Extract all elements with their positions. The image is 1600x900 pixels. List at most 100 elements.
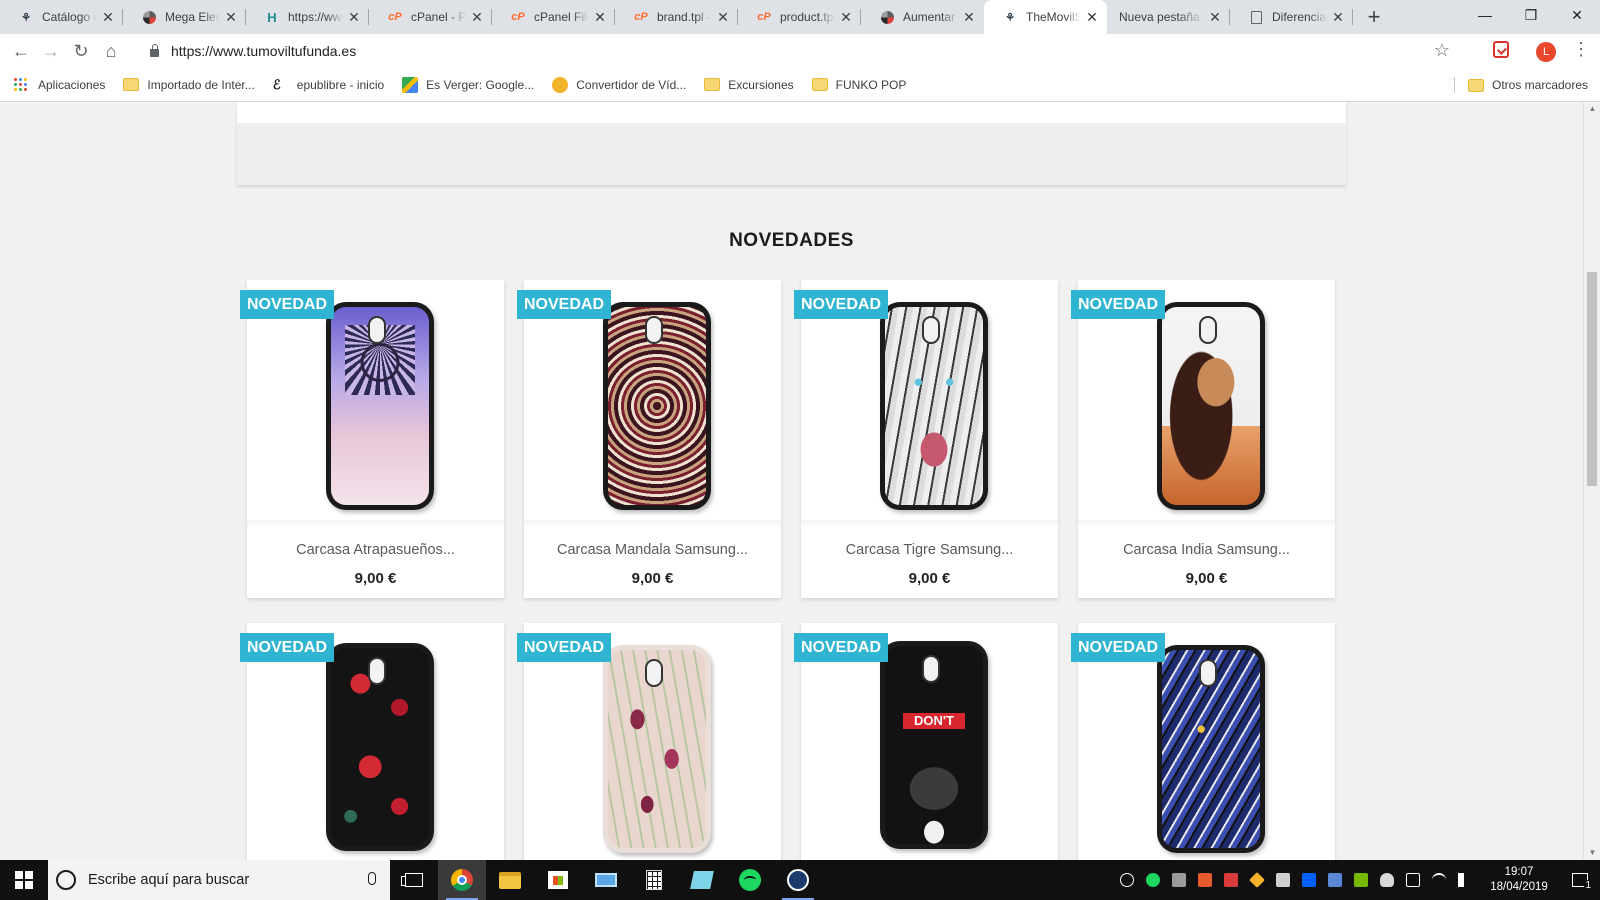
- product-card[interactable]: NOVEDAD: [1071, 623, 1335, 860]
- minimize-button[interactable]: —: [1462, 0, 1508, 30]
- bookmark-folder[interactable]: FUNKO POP: [811, 78, 906, 92]
- scroll-down-icon[interactable]: ▼: [1584, 846, 1600, 860]
- bookmark-folder[interactable]: Importado de Inter...: [123, 78, 255, 92]
- tab-close-icon[interactable]: ✕: [1331, 9, 1345, 26]
- bookmark-folder[interactable]: Excursiones: [704, 78, 794, 92]
- bookmark-item[interactable]: ℰ epublibre - inicio: [273, 77, 384, 93]
- file-explorer-icon: [499, 871, 521, 889]
- tab-close-icon[interactable]: ✕: [1085, 9, 1099, 26]
- nvidia-icon[interactable]: [1354, 873, 1368, 887]
- home-button[interactable]: ⌂: [96, 36, 126, 66]
- bookmark-apps[interactable]: Aplicaciones: [14, 78, 105, 92]
- product-card[interactable]: DON'T NOVEDAD: [794, 623, 1058, 860]
- laptop-icon: [595, 873, 617, 887]
- taskbar-chrome[interactable]: [438, 860, 486, 900]
- camera-cutout: [645, 659, 663, 687]
- microphone-icon[interactable]: [368, 872, 376, 885]
- spotify-tray-icon[interactable]: [1146, 873, 1160, 887]
- browser-tab[interactable]: cP cPanel File Manager ✕: [492, 0, 615, 34]
- new-badge: NOVEDAD: [794, 633, 889, 662]
- browser-tab-active[interactable]: ⚘ TheMovilShop ✕: [984, 0, 1107, 34]
- network-drive-icon[interactable]: [1328, 873, 1342, 887]
- back-button[interactable]: ←: [6, 36, 36, 66]
- cpanel-icon: cP: [388, 11, 402, 23]
- browser-tab[interactable]: cP product.tpl ✕: [738, 0, 861, 34]
- browser-menu-icon[interactable]: ⋮: [1572, 40, 1590, 58]
- tab-close-icon[interactable]: ✕: [839, 9, 853, 26]
- tab-close-icon[interactable]: ✕: [962, 9, 976, 26]
- taskbar-steam[interactable]: [774, 860, 822, 900]
- profile-avatar[interactable]: L: [1536, 42, 1556, 62]
- bookmark-label: Es Verger: Google...: [426, 77, 535, 92]
- browser-tab[interactable]: Aumentar la ✕: [861, 0, 984, 34]
- product-card[interactable]: NOVEDAD Carcasa Tigre Samsung... 9,00 €: [794, 280, 1058, 598]
- action-center-button[interactable]: 1: [1560, 860, 1600, 900]
- product-card[interactable]: NOVEDAD Carcasa Mandala Samsung... 9,00 …: [517, 280, 781, 598]
- new-tab-button[interactable]: +: [1359, 0, 1389, 34]
- tab-close-icon[interactable]: ✕: [716, 9, 730, 26]
- product-card[interactable]: NOVEDAD: [517, 623, 781, 860]
- browser-tab[interactable]: Nueva pestaña ✕: [1107, 0, 1230, 34]
- shield-tray-icon[interactable]: [1224, 873, 1238, 887]
- extension-pocket-icon[interactable]: [1493, 41, 1509, 58]
- taskbar-laptop-app[interactable]: [582, 860, 630, 900]
- taskbar-store[interactable]: [534, 860, 582, 900]
- close-window-button[interactable]: ✕: [1554, 0, 1600, 30]
- product-card[interactable]: NOVEDAD Carcasa Atrapasueños... 9,00 €: [240, 280, 504, 598]
- folder-icon: [811, 78, 828, 91]
- tab-close-icon[interactable]: ✕: [1208, 9, 1222, 26]
- product-card[interactable]: NOVEDAD: [240, 623, 504, 860]
- warning-tray-icon[interactable]: [1249, 872, 1265, 888]
- browser-tab[interactable]: Mega Electrónica ✕: [123, 0, 246, 34]
- product-name[interactable]: Carcasa Atrapasueños...: [247, 542, 504, 558]
- tab-close-icon[interactable]: ✕: [224, 9, 238, 26]
- device-tray-icon[interactable]: [1276, 873, 1290, 887]
- taskbar-notes[interactable]: [678, 860, 726, 900]
- taskbar-search[interactable]: Escribe aquí para buscar: [48, 860, 390, 900]
- prestashop-icon: ⚘: [21, 11, 31, 24]
- bookmark-star-icon[interactable]: ☆: [1434, 40, 1450, 61]
- restore-button[interactable]: ❐: [1508, 0, 1554, 30]
- taskbar-calculator[interactable]: [630, 860, 678, 900]
- tab-close-icon[interactable]: ✕: [347, 9, 361, 26]
- onedrive-icon[interactable]: [1380, 873, 1394, 887]
- task-view-button[interactable]: [390, 860, 438, 900]
- new-badge: NOVEDAD: [794, 290, 889, 319]
- keyboard-tray-icon[interactable]: [1172, 873, 1186, 887]
- tab-title: Nueva pestaña: [1119, 10, 1200, 24]
- new-badge: NOVEDAD: [240, 633, 335, 662]
- camera-cutout: [368, 316, 386, 344]
- tab-close-icon[interactable]: ✕: [470, 9, 484, 26]
- display-tray-icon[interactable]: [1406, 873, 1420, 887]
- scroll-thumb[interactable]: [1587, 272, 1597, 486]
- volume-icon[interactable]: [1458, 873, 1472, 887]
- browser-tab[interactable]: ⚘ Catálogo de productos ✕: [0, 0, 123, 34]
- taskbar-clock[interactable]: 19:07 18/04/2019: [1478, 865, 1560, 895]
- browser-tab[interactable]: cP brand.tpl - ✕: [615, 0, 738, 34]
- tab-title: cPanel File Manager: [534, 10, 589, 24]
- wifi-icon[interactable]: [1432, 873, 1446, 887]
- people-icon[interactable]: [1120, 873, 1134, 887]
- product-card[interactable]: NOVEDAD Carcasa India Samsung... 9,00 €: [1071, 280, 1335, 598]
- app-tray-icon[interactable]: [1198, 873, 1212, 887]
- tab-close-icon[interactable]: ✕: [101, 9, 115, 26]
- taskbar-spotify[interactable]: [726, 860, 774, 900]
- product-name[interactable]: Carcasa Tigre Samsung...: [801, 542, 1058, 558]
- bookmark-item[interactable]: Convertidor de Víd...: [552, 76, 686, 93]
- forward-button[interactable]: →: [36, 36, 66, 66]
- address-bar[interactable]: https://www.tumoviltufunda.es ☆: [136, 37, 1468, 65]
- product-name[interactable]: Carcasa India Samsung...: [1078, 542, 1335, 558]
- start-button[interactable]: [0, 860, 48, 900]
- tab-close-icon[interactable]: ✕: [593, 9, 607, 26]
- reload-button[interactable]: ↻: [66, 36, 96, 66]
- dropbox-icon[interactable]: [1302, 873, 1316, 887]
- browser-tab[interactable]: Diferencia entre ✕: [1230, 0, 1353, 34]
- bookmark-item[interactable]: Es Verger: Google...: [402, 76, 535, 93]
- product-name[interactable]: Carcasa Mandala Samsung...: [524, 542, 781, 558]
- browser-tab[interactable]: H https://www ✕: [246, 0, 369, 34]
- taskbar-file-explorer[interactable]: [486, 860, 534, 900]
- browser-tab[interactable]: cP cPanel - Principal ✕: [369, 0, 492, 34]
- other-bookmarks[interactable]: Otros marcadores: [1468, 68, 1588, 102]
- scroll-up-icon[interactable]: ▲: [1584, 102, 1600, 116]
- page-scrollbar[interactable]: ▲ ▼: [1583, 102, 1600, 860]
